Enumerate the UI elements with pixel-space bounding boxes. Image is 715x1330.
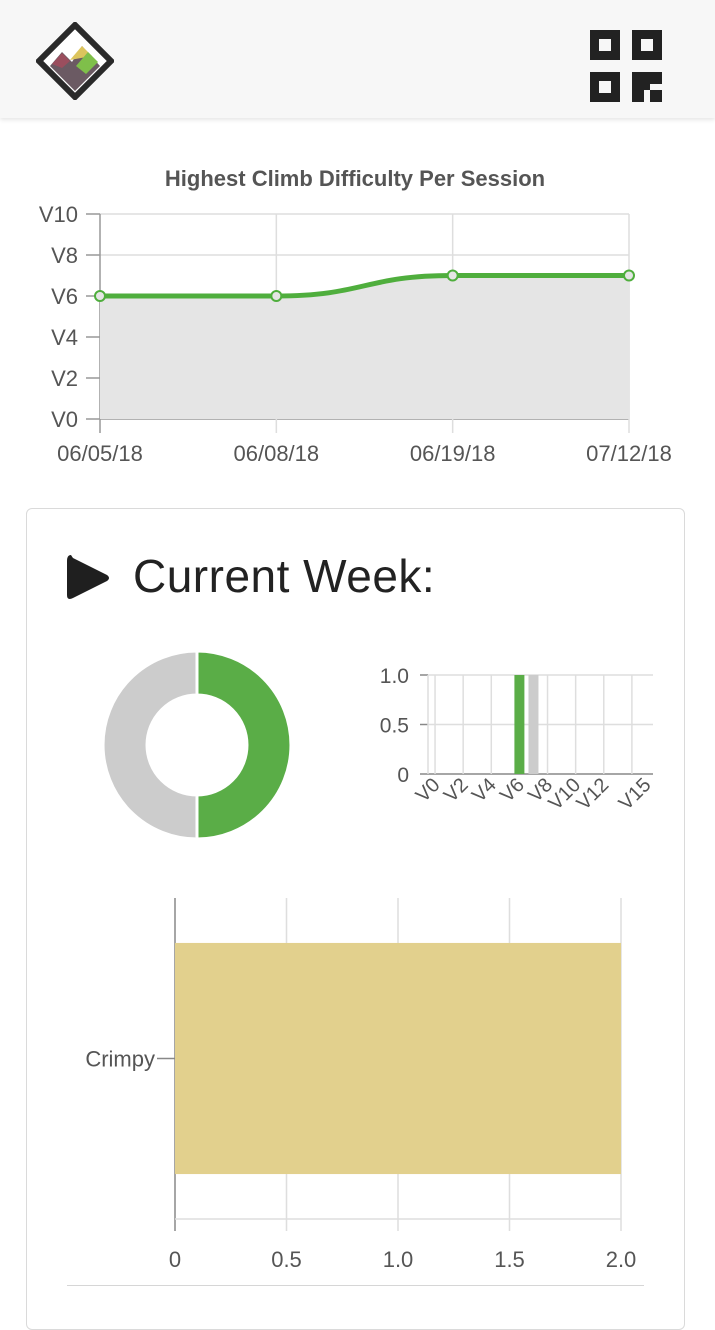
x-tick-label: 07/12/18: [586, 441, 672, 466]
x-tick-label: 0.5: [271, 1247, 302, 1272]
x-tick-label: 06/19/18: [410, 441, 496, 466]
x-tick-label: 0: [169, 1247, 181, 1272]
y-tick-label: V8: [51, 243, 78, 268]
data-point: [623, 269, 635, 282]
category-label: Crimpy: [85, 1047, 155, 1072]
grade-bar: [528, 675, 539, 774]
y-tick-label: 1.0: [380, 665, 409, 688]
divider: [67, 1285, 644, 1286]
card-title: Current Week:: [133, 550, 436, 602]
y-tick-label: V0: [51, 407, 78, 432]
y-tick-label: V6: [51, 284, 78, 309]
highest-difficulty-chart: Highest Climb Difficulty Per Session V0 V…: [39, 166, 672, 466]
y-tick-label: 0.5: [380, 715, 409, 738]
data-point: [270, 290, 283, 302]
donut-slice: [101, 649, 199, 841]
style-bar-chart: 0 0.5 1.0 1.5 2.0 Crimpy: [85, 898, 637, 1272]
y-tick-label: V4: [51, 325, 78, 350]
donut-slice: [195, 649, 293, 841]
grade-bar-chart: 00.51.0V0V2V4V6V8V10V12 V15: [380, 665, 656, 815]
chart-title: Highest Climb Difficulty Per Session: [165, 166, 545, 191]
donut-chart: [101, 649, 293, 841]
play-icon[interactable]: [65, 553, 111, 603]
grade-bar: [514, 675, 525, 774]
x-tick-label: 1.0: [383, 1247, 414, 1272]
style-bar: [175, 942, 621, 1175]
y-tick-label: V10: [39, 202, 78, 227]
data-point: [446, 269, 459, 282]
x-tick-label: 06/05/18: [57, 441, 143, 466]
data-point: [94, 290, 106, 302]
x-tick-label: 2.0: [606, 1247, 637, 1272]
current-week-card: Current Week: 0 0.5 1.0 V0 V2 V4 V6 V8 V10 V12 V15…: [26, 508, 685, 1330]
x-tick-label: V15: [615, 774, 656, 815]
y-tick-label: 0: [397, 764, 409, 787]
top-bar: [0, 0, 715, 118]
x-tick-label: 06/08/18: [234, 441, 320, 466]
mountain-diamond-logo[interactable]: [36, 22, 114, 100]
x-tick-label: V12: [573, 774, 614, 815]
y-tick-label: V2: [51, 366, 78, 391]
qr-code-icon[interactable]: [590, 30, 662, 102]
x-tick-label: 1.5: [494, 1247, 525, 1272]
